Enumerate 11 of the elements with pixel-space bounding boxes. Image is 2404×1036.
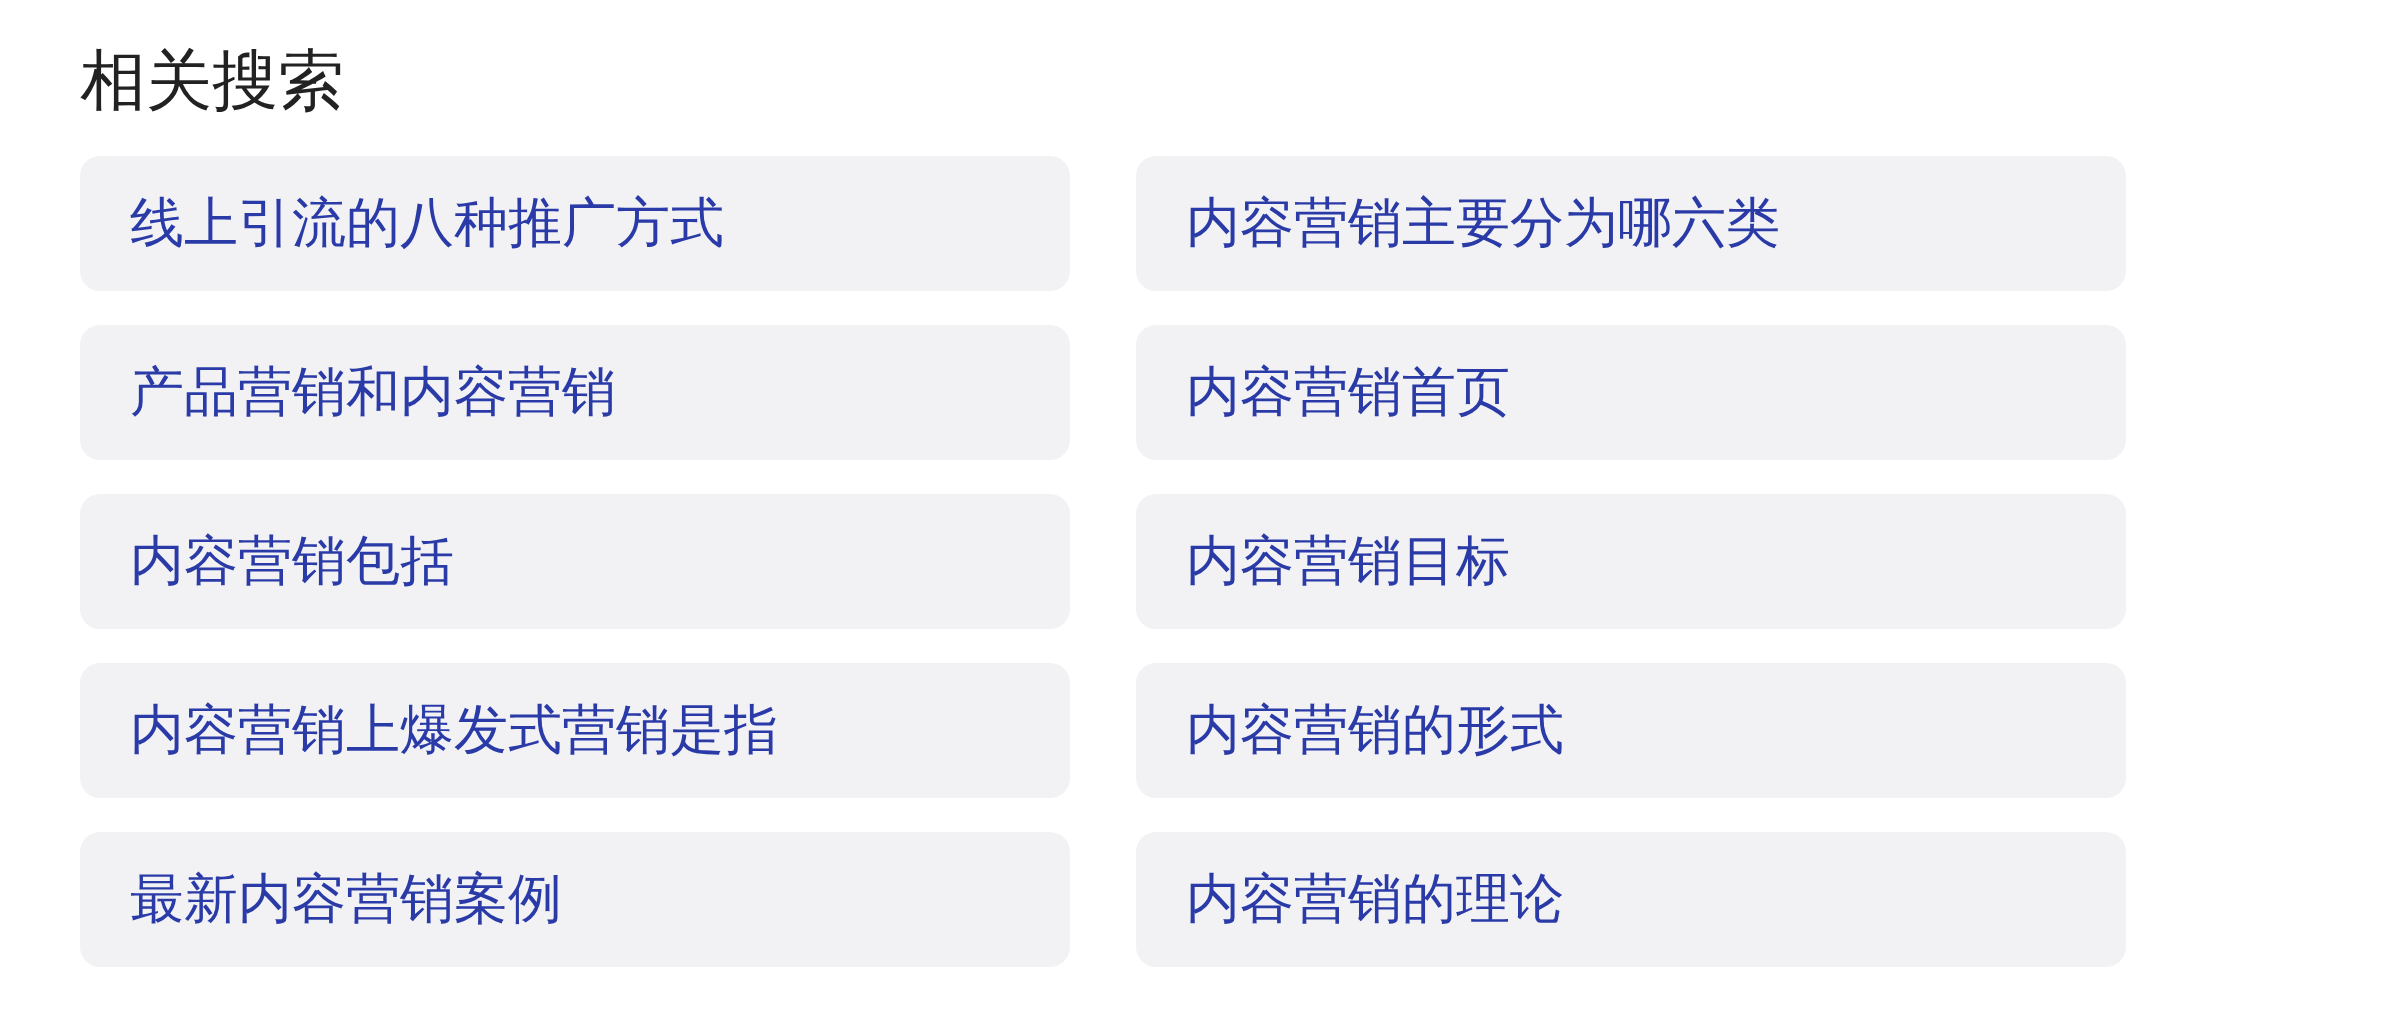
related-search-link[interactable]: 内容营销首页 (1136, 325, 2126, 460)
section-title: 相关搜索 (80, 41, 345, 121)
related-search-link[interactable]: 内容营销的理论 (1136, 832, 2126, 967)
related-search-link[interactable]: 内容营销包括 (80, 494, 1070, 629)
related-search-link[interactable]: 内容营销的形式 (1136, 663, 2126, 798)
related-search-link[interactable]: 产品营销和内容营销 (80, 325, 1070, 460)
related-search-link[interactable]: 内容营销上爆发式营销是指 (80, 663, 1070, 798)
related-search-link[interactable]: 最新内容营销案例 (80, 832, 1070, 967)
related-search-link[interactable]: 内容营销目标 (1136, 494, 2126, 629)
related-search-link[interactable]: 线上引流的八种推广方式 (80, 156, 1070, 291)
related-search-link[interactable]: 内容营销主要分为哪六类 (1136, 156, 2126, 291)
